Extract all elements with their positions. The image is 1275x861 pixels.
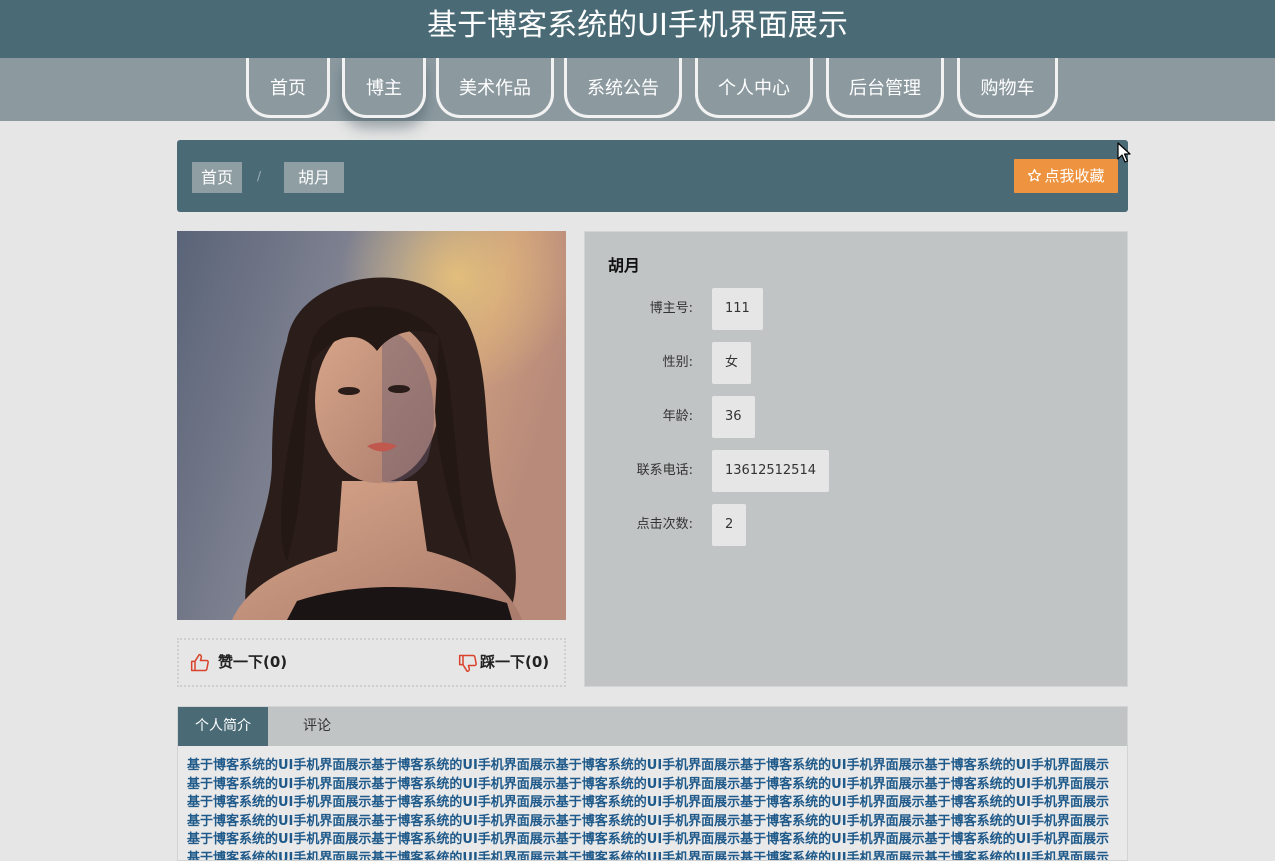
site-header: 基于博客系统的UI手机界面展示 (0, 0, 1275, 58)
favorite-button-label: 点我收藏 (1044, 167, 1105, 185)
field-value: 13612512514 (712, 450, 829, 492)
profile-row-gender: 性别: 女 (585, 342, 985, 384)
dislike-button[interactable]: 踩一下(0) (458, 640, 549, 685)
breadcrumb: 首页 / 胡月 点我收藏 (177, 140, 1128, 212)
nav-item-admin[interactable]: 后台管理 (826, 58, 944, 118)
nav-item-announcements[interactable]: 系统公告 (564, 58, 682, 118)
profile-info-panel: 胡月 博主号: 111 性别: 女 年龄: 36 联系电话: 136125125… (584, 231, 1128, 687)
blogger-photo (177, 231, 566, 620)
profile-name: 胡月 (608, 256, 641, 275)
nav-item-bloggers[interactable]: 博主 (342, 58, 426, 118)
tab-intro[interactable]: 个人简介 (178, 707, 268, 746)
detail-tabs: 个人简介 评论 基于博客系统的UI手机界面展示基于博客系统的UI手机界面展示基于… (177, 706, 1128, 861)
field-value: 2 (712, 504, 747, 546)
like-button[interactable]: 赞一下(0) (190, 640, 287, 685)
profile-row-age: 年龄: 36 (585, 396, 985, 438)
star-outline-icon (1028, 168, 1042, 182)
field-label: 性别: (662, 355, 693, 370)
field-label: 年龄: (662, 409, 693, 424)
nav-item-home[interactable]: 首页 (246, 58, 330, 118)
breadcrumb-current: 胡月 (284, 162, 344, 193)
thumbs-down-icon (458, 654, 477, 672)
field-label: 博主号: (649, 301, 693, 316)
thumbs-up-icon (190, 653, 209, 671)
tab-comments[interactable]: 评论 (276, 707, 358, 746)
profile-row-blogger-id: 博主号: 111 (585, 288, 985, 330)
field-value: 女 (712, 342, 752, 384)
dislike-label: 踩一下(0) (480, 653, 550, 671)
field-label: 联系电话: (636, 463, 693, 478)
field-value: 111 (712, 288, 763, 330)
breadcrumb-separator: / (257, 169, 262, 183)
favorite-button[interactable]: 点我收藏 (1014, 159, 1118, 193)
profile-row-phone: 联系电话: 13612512514 (585, 450, 985, 492)
field-label: 点击次数: (636, 517, 693, 532)
site-title: 基于博客系统的UI手机界面展示 (427, 8, 848, 43)
nav-item-cart[interactable]: 购物车 (957, 58, 1058, 118)
field-value: 36 (712, 396, 755, 438)
breadcrumb-home[interactable]: 首页 (192, 162, 242, 193)
like-label: 赞一下(0) (218, 653, 288, 671)
intro-text: 基于博客系统的UI手机界面展示基于博客系统的UI手机界面展示基于博客系统的UI手… (187, 758, 1109, 861)
tab-header: 个人简介 评论 (178, 707, 1127, 746)
portrait-image (177, 231, 566, 620)
profile-row-click-count: 点击次数: 2 (585, 504, 985, 546)
mouse-cursor-icon (1117, 142, 1131, 163)
vote-bar: 赞一下(0) 踩一下(0) (177, 638, 566, 687)
main-nav: 首页 博主 美术作品 系统公告 个人中心 后台管理 购物车 (0, 58, 1275, 121)
nav-item-artworks[interactable]: 美术作品 (436, 58, 554, 118)
nav-item-profile-center[interactable]: 个人中心 (695, 58, 813, 118)
